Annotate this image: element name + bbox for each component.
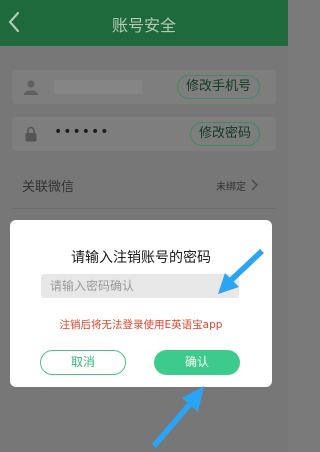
- confirm-button[interactable]: 确认: [154, 350, 240, 375]
- password-mask: ••••••: [54, 124, 110, 140]
- change-password-button[interactable]: 修改密码: [189, 122, 260, 146]
- change-phone-button[interactable]: 修改手机号: [176, 75, 260, 99]
- phone-row: 修改手机号: [12, 70, 276, 104]
- password-confirm-input[interactable]: [41, 274, 239, 298]
- chevron-right-icon: [251, 179, 258, 191]
- phone-number-redacted: [54, 80, 142, 94]
- annotation-arrow-icon: [152, 386, 204, 448]
- lock-icon: [25, 126, 37, 142]
- annotation-arrow-icon: [218, 249, 264, 294]
- header-bar: 账号安全: [0, 0, 288, 46]
- wechat-row[interactable]: 关联微信 未绑定: [12, 168, 276, 202]
- wechat-label: 关联微信: [22, 180, 75, 195]
- warning-text: 注销后将无法登录使用E英语宝app: [59, 319, 223, 331]
- divider: [12, 208, 276, 209]
- wechat-status: 未绑定: [216, 182, 246, 193]
- page-title: 账号安全: [111, 16, 176, 35]
- cancel-button[interactable]: 取消: [40, 350, 126, 375]
- user-icon: [24, 80, 38, 95]
- password-row: •••••• 修改密码: [12, 117, 276, 151]
